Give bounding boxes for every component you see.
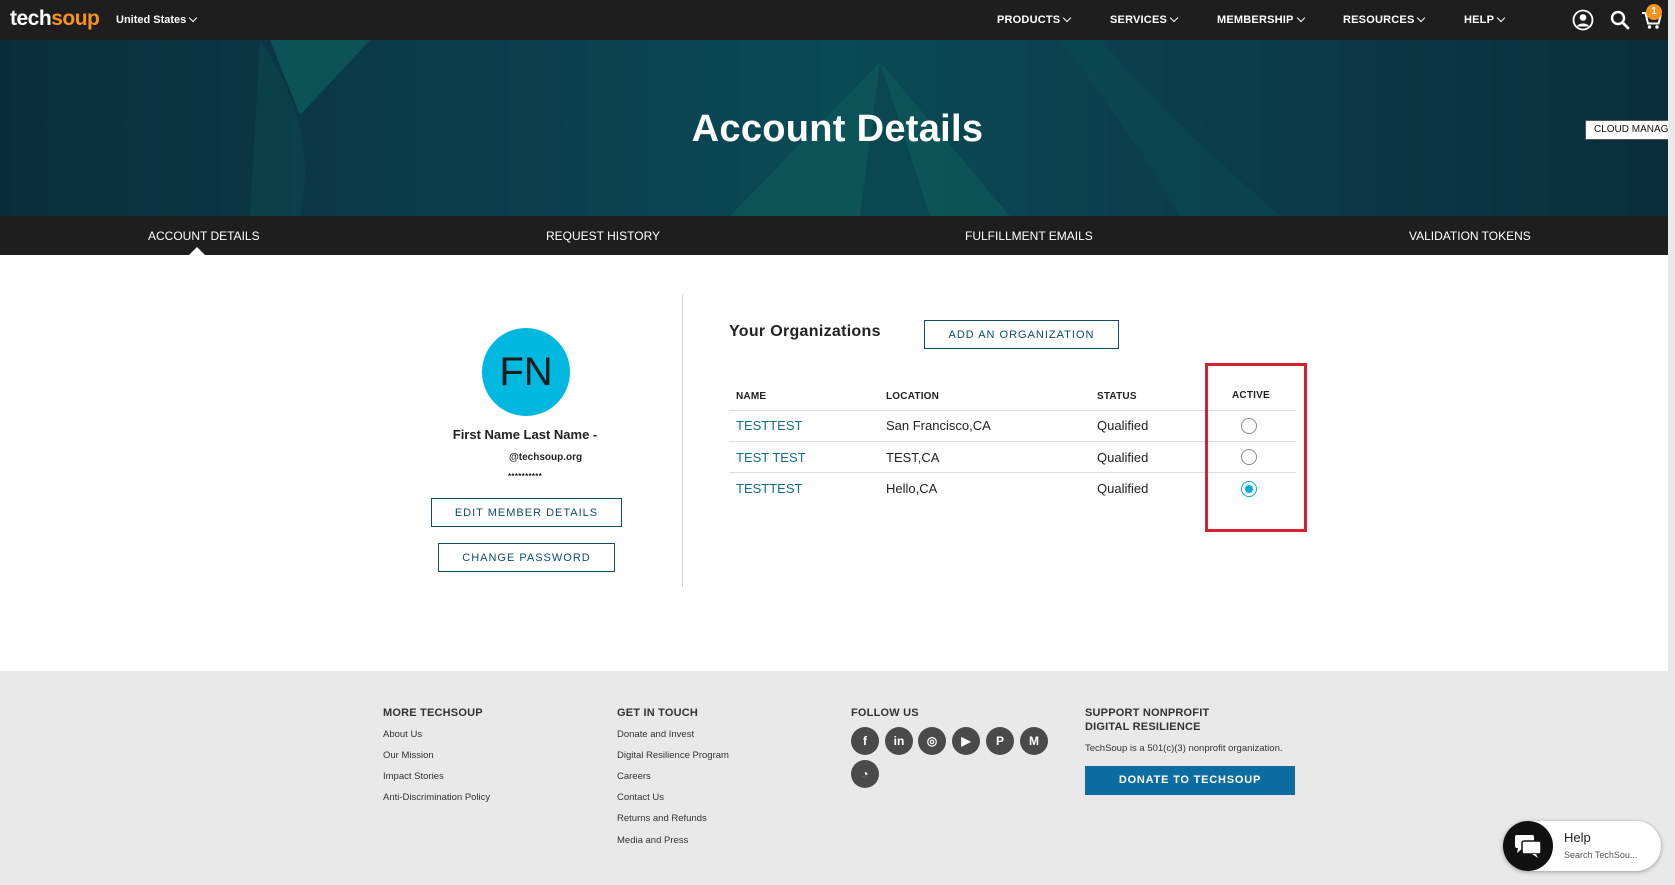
country-selector[interactable]: United States	[116, 13, 198, 26]
footer-link[interactable]: Digital Resilience Program	[617, 750, 729, 761]
org-name-link[interactable]: TEST TEST	[736, 450, 806, 465]
footer-link[interactable]: Impact Stories	[383, 771, 444, 782]
org-location: TEST,CA	[886, 450, 940, 465]
footer-link[interactable]: Media and Press	[617, 835, 688, 846]
footer-link[interactable]: Contact Us	[617, 792, 664, 803]
top-navigation: techsoup United States PRODUCTS SERVICES…	[0, 0, 1675, 40]
tab-request-history[interactable]: REQUEST HISTORY	[546, 229, 660, 243]
chevron-down-icon	[1496, 13, 1506, 23]
instagram-icon[interactable]: ◎	[918, 727, 946, 755]
help-title: Help	[1564, 830, 1591, 845]
active-tab-indicator	[189, 247, 205, 255]
footer-heading-support-line2: DIGITAL RESILIENCE	[1085, 721, 1201, 733]
nav-help[interactable]: HELP	[1464, 13, 1506, 26]
medium-icon[interactable]: M	[1020, 727, 1048, 755]
help-subtitle: Search TechSou...	[1564, 850, 1638, 860]
nonprofit-note: TechSoup is a 501(c)(3) nonprofit organi…	[1085, 743, 1283, 754]
column-header-location: LOCATION	[886, 391, 940, 402]
column-header-status: STATUS	[1097, 391, 1137, 402]
page-scrollbar[interactable]	[1668, 0, 1675, 885]
techsoup-logo[interactable]: techsoup	[10, 7, 100, 31]
footer-heading-support-line1: SUPPORT NONPROFIT	[1085, 707, 1210, 719]
chat-bubbles-icon	[1515, 835, 1542, 858]
page-title: Account Details	[691, 108, 984, 150]
org-name-link[interactable]: TESTTEST	[736, 418, 802, 433]
org-status: Qualified	[1097, 450, 1149, 465]
linkedin-icon[interactable]: in	[885, 727, 913, 755]
org-location: San Francisco,CA	[886, 418, 991, 433]
nav-products[interactable]: PRODUCTS	[997, 13, 1072, 26]
member-name: First Name Last Name -	[452, 427, 598, 442]
chevron-down-icon	[189, 13, 198, 23]
org-location: Hello,CA	[886, 481, 938, 496]
org-status: Qualified	[1097, 481, 1149, 496]
nav-services[interactable]: SERVICES	[1110, 13, 1179, 26]
footer-link[interactable]: Careers	[617, 771, 651, 782]
footer-link[interactable]: Anti-Discrimination Policy	[383, 792, 490, 803]
chevron-down-icon	[1296, 13, 1305, 23]
footer-heading-touch: GET IN TOUCH	[617, 707, 699, 719]
column-divider	[682, 295, 683, 587]
member-email: @techsoup.org	[509, 452, 583, 463]
search-icon[interactable]	[1609, 9, 1631, 31]
footer	[0, 671, 1675, 885]
organizations-title: Your Organizations	[729, 323, 881, 340]
account-tabs: ACCOUNT DETAILS REQUEST HISTORY FULFILLM…	[0, 216, 1675, 255]
cloud-manager-button[interactable]: CLOUD MANAGER	[1585, 120, 1675, 140]
footer-heading-follow: FOLLOW US	[851, 707, 919, 719]
youtube-icon[interactable]: ▶	[952, 727, 980, 755]
add-organization-button[interactable]: ADD AN ORGANIZATION	[924, 320, 1119, 349]
active-column-highlight	[1205, 363, 1307, 532]
column-header-name: NAME	[736, 391, 767, 402]
member-password-mask: **********	[508, 472, 543, 481]
nav-resources[interactable]: RESOURCES	[1343, 13, 1426, 26]
edit-member-details-button[interactable]: EDIT MEMBER DETAILS	[431, 498, 622, 527]
footer-heading-more: MORE TECHSOUP	[383, 707, 483, 719]
footer-link[interactable]: Returns and Refunds	[617, 813, 707, 824]
user-icon[interactable]	[1572, 9, 1594, 31]
chevron-down-icon	[1169, 13, 1179, 23]
cart-count-badge: 1	[1646, 4, 1662, 20]
tab-account-details[interactable]: ACCOUNT DETAILS	[148, 229, 260, 243]
help-chat-widget[interactable]: Help Search TechSou...	[1503, 821, 1661, 871]
org-status: Qualified	[1097, 418, 1149, 433]
chevron-down-icon	[1417, 13, 1426, 23]
page: techsoup United States PRODUCTS SERVICES…	[0, 0, 1675, 885]
rss-icon[interactable]: ◔	[851, 760, 879, 788]
tab-validation-tokens[interactable]: VALIDATION TOKENS	[1409, 229, 1531, 243]
chevron-down-icon	[1063, 13, 1072, 23]
hero-banner: Account Details CLOUD MANAGER	[0, 40, 1675, 216]
chat-icon	[1503, 821, 1553, 871]
tab-fulfillment-emails[interactable]: FULFILLMENT EMAILS	[965, 229, 1093, 243]
nav-membership[interactable]: MEMBERSHIP	[1217, 13, 1305, 26]
pinterest-icon[interactable]: P	[986, 727, 1014, 755]
facebook-icon[interactable]: f	[851, 727, 879, 755]
org-name-link[interactable]: TESTTEST	[736, 481, 802, 496]
footer-link[interactable]: Our Mission	[383, 750, 434, 761]
change-password-button[interactable]: CHANGE PASSWORD	[438, 543, 615, 572]
donate-button[interactable]: DONATE TO TECHSOUP	[1085, 766, 1295, 795]
footer-link[interactable]: Donate and Invest	[617, 729, 694, 740]
footer-link[interactable]: About Us	[383, 729, 422, 740]
avatar: FN	[482, 328, 570, 416]
